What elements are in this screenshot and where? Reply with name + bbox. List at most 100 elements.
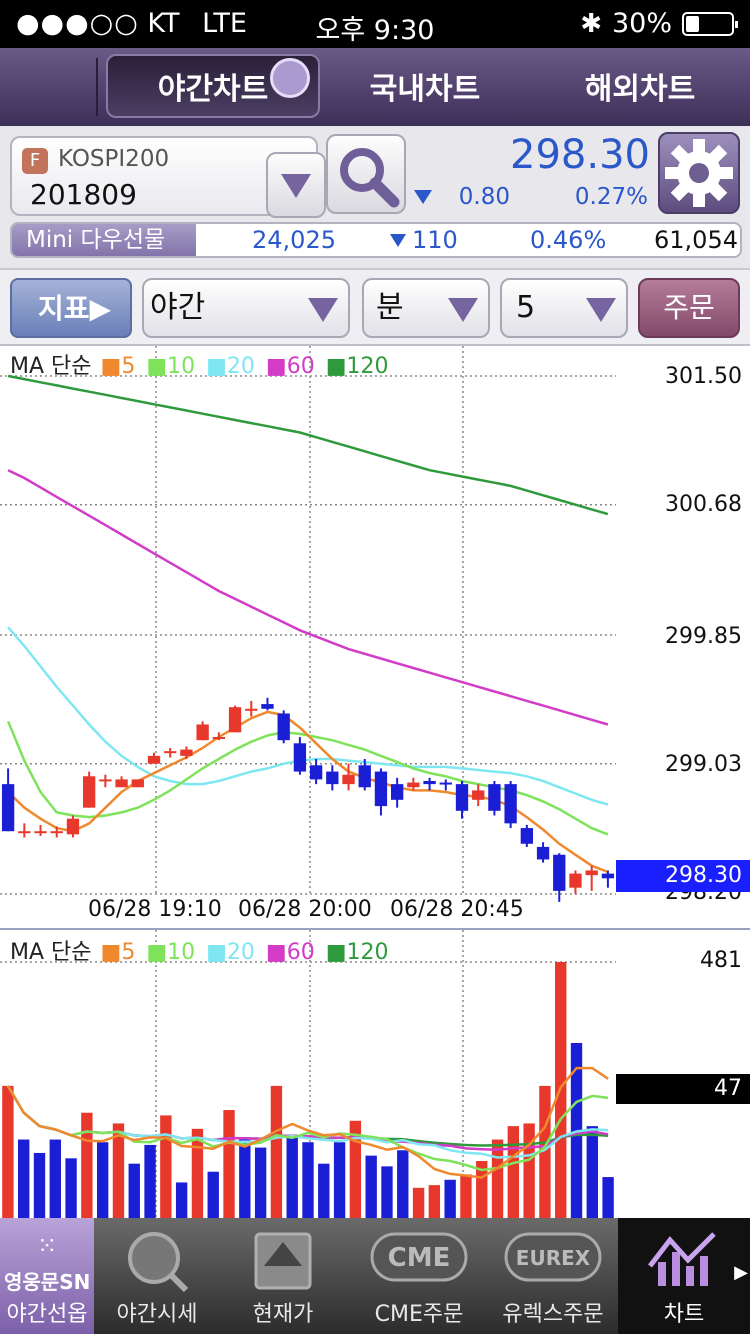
candle xyxy=(277,713,290,741)
volume-bar xyxy=(207,1171,219,1220)
nav-chart[interactable]: 차트 ▶ xyxy=(618,1218,750,1334)
search-icon xyxy=(340,148,400,208)
tab-night-chart[interactable]: 야간차트 xyxy=(106,54,320,118)
ticker-change: 110 xyxy=(412,226,458,254)
price-chart-legend: MA 단순 ■5 ■10 ■20 ■60 ■120 xyxy=(10,348,393,380)
candle xyxy=(569,873,582,888)
candle xyxy=(34,831,47,834)
tab-domestic-chart[interactable]: 국내차트 xyxy=(330,54,520,118)
nav-night-futures-label: 야간선옵 xyxy=(6,1302,88,1327)
candle xyxy=(504,784,517,824)
candle xyxy=(488,784,501,811)
ticker-bar[interactable]: Mini 다우선물 24,025 110 0.46% 61,054 xyxy=(10,222,742,258)
bluetooth-icon: ✱ xyxy=(580,8,602,39)
volume-bar xyxy=(254,1147,267,1220)
candle xyxy=(390,784,404,800)
volume-bar xyxy=(175,1182,188,1220)
volume-bar xyxy=(539,1085,551,1220)
more-arrow-icon[interactable]: ▶ xyxy=(734,1262,748,1283)
legend-ma60: ■60 xyxy=(265,354,315,379)
session-select[interactable]: 야간 xyxy=(142,278,350,338)
ma20-line xyxy=(7,626,609,806)
interval-value: 5 xyxy=(516,290,536,325)
price-change-percent: 0.27% xyxy=(574,184,648,210)
legend-title: MA 단순 xyxy=(10,940,92,965)
x-tick-label: 06/28 20:45 xyxy=(390,897,524,922)
legend-ma60: ■60 xyxy=(265,940,315,965)
candle xyxy=(82,776,96,808)
candle xyxy=(601,873,615,879)
nav-eurex-order[interactable]: EUREX 유렉스주문 xyxy=(494,1218,612,1334)
volume-bar xyxy=(428,1185,441,1220)
status-right: ✱ 30% xyxy=(580,8,738,39)
volume-bar xyxy=(144,1144,156,1220)
price-chart[interactable]: MA 단순 ■5 ■10 ■20 ■60 ■120 301.50 300.68 … xyxy=(0,346,750,928)
legend-ma5: ■5 xyxy=(100,940,136,965)
volume-bar xyxy=(223,1110,235,1220)
y-tick-label: 481 xyxy=(700,948,742,973)
settings-button[interactable] xyxy=(658,132,740,214)
legend-ma10: ■10 xyxy=(146,354,196,379)
interval-select[interactable]: 5 xyxy=(500,278,628,338)
legend-ma10: ■10 xyxy=(146,940,196,965)
candle xyxy=(50,831,63,834)
ticker-change-percent: 0.46% xyxy=(530,226,607,254)
volume-bar xyxy=(239,1139,251,1220)
nav-night-futures[interactable]: ⁙ 영웅문SN 야간선옵 xyxy=(0,1218,94,1334)
candle xyxy=(374,771,388,807)
futures-badge: F xyxy=(22,148,48,174)
y-tick-label: 301.50 xyxy=(665,364,742,389)
candle xyxy=(66,818,80,835)
volume-bar xyxy=(65,1158,77,1220)
y-tick-label: 299.85 xyxy=(665,624,742,649)
legend-ma20: ■20 xyxy=(206,940,255,965)
volume-bar xyxy=(33,1152,46,1220)
candle xyxy=(261,704,274,709)
globe-search-icon xyxy=(128,1232,189,1293)
candle xyxy=(407,782,420,788)
chevron-down-icon xyxy=(308,298,338,322)
quote-panel: F KOSPI200 201809 298.30 0.80 0.27% Mini… xyxy=(0,126,750,270)
volume-bar xyxy=(602,1177,614,1220)
volume-bar xyxy=(18,1139,30,1220)
candle xyxy=(326,771,339,785)
y-tick-label: 300.68 xyxy=(665,492,742,517)
candle xyxy=(131,779,144,788)
current-price: 298.30 xyxy=(510,132,650,178)
volume-bar xyxy=(333,1142,346,1220)
candle xyxy=(99,779,112,782)
symbol-dropdown-button[interactable] xyxy=(266,152,326,218)
grid-icon: ⁙ xyxy=(36,1232,58,1260)
x-tick-label: 06/28 20:00 xyxy=(238,897,372,922)
y-tick-label: 299.03 xyxy=(665,752,742,777)
battery-icon xyxy=(682,11,738,36)
tab-separator xyxy=(96,58,98,116)
refresh-icon xyxy=(270,58,310,98)
candle xyxy=(164,751,177,754)
current-price-marker: 298.30 xyxy=(616,860,750,892)
gear-hole xyxy=(689,163,709,183)
tab-overseas-chart[interactable]: 해외차트 xyxy=(540,54,740,118)
candle xyxy=(553,854,566,891)
search-button[interactable] xyxy=(326,134,406,214)
volume-bar xyxy=(555,962,567,1220)
candle xyxy=(1,784,15,832)
volume-chart[interactable]: MA 단순 ■5 ■10 ■20 ■60 ■120 481 47 xyxy=(0,928,750,1220)
chart-tab-bar: 야간차트 국내차트 해외차트 xyxy=(0,48,750,126)
candle xyxy=(423,780,436,785)
volume-chart-legend: MA 단순 ■5 ■10 ■20 ■60 ■120 xyxy=(10,934,393,966)
nav-night-quotes[interactable]: 야간시세 xyxy=(102,1218,212,1334)
nav-current-price[interactable]: 현재가 xyxy=(228,1218,338,1334)
indicator-button[interactable]: 지표▶ xyxy=(10,278,132,338)
unit-select[interactable]: 분 xyxy=(362,278,490,338)
down-arrow-icon xyxy=(390,234,406,247)
candle xyxy=(196,724,209,741)
nav-cme-order[interactable]: CME CME주문 xyxy=(360,1218,478,1334)
ticker-volume: 61,054 xyxy=(654,226,738,254)
volume-bar xyxy=(365,1155,377,1220)
symbol-selector[interactable]: F KOSPI200 201809 xyxy=(10,136,326,218)
session-value: 야간 xyxy=(150,290,206,325)
status-bar: ●●●○○ KT LTE 오후 9:30 ✱ 30% xyxy=(0,0,750,48)
order-button[interactable]: 주문 xyxy=(638,278,740,338)
candle xyxy=(147,755,161,764)
